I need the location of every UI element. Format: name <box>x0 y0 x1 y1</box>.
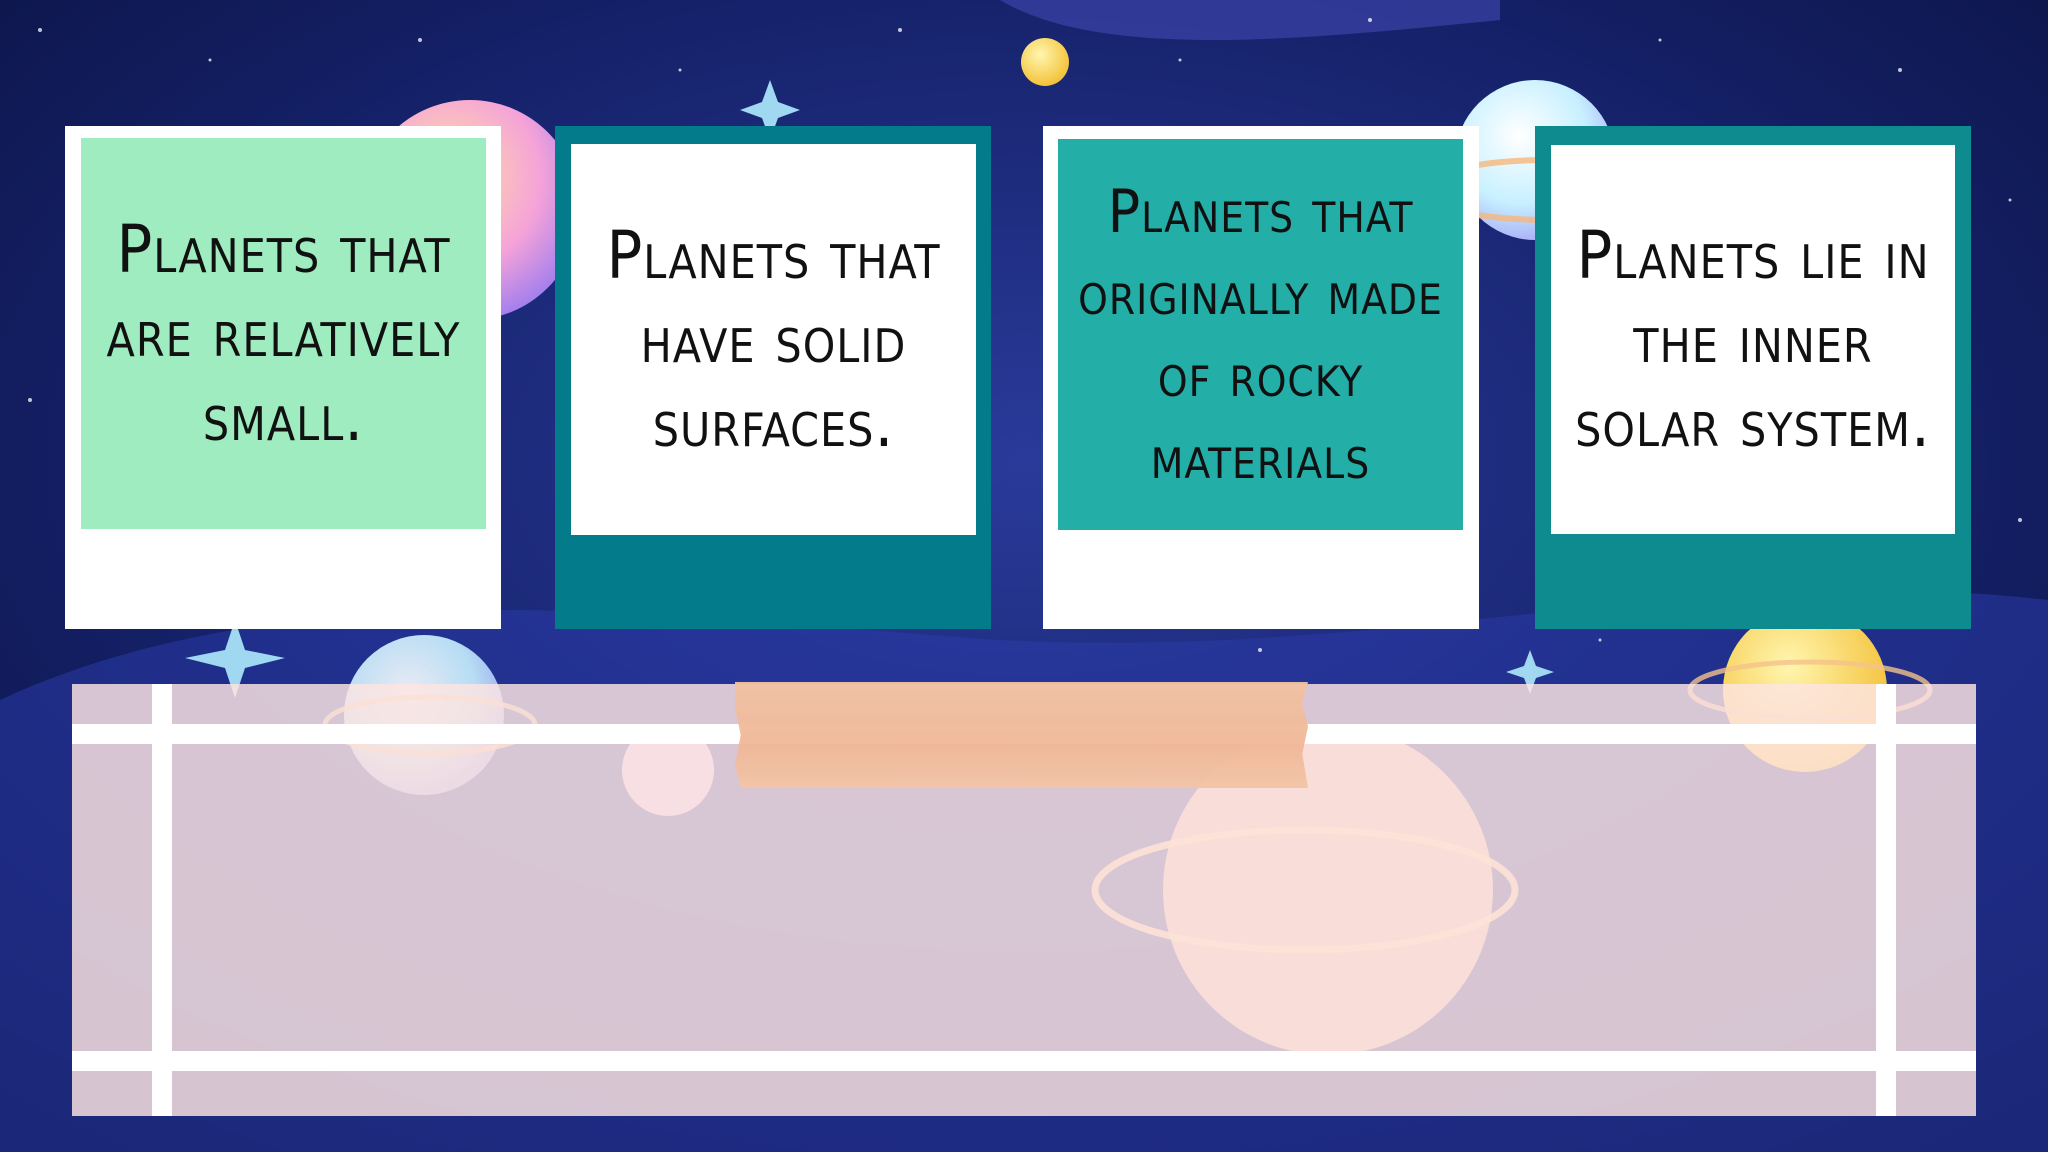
fact-card-2-text: Planets that have solid surfaces. <box>606 216 941 462</box>
board-grid-line-right <box>1876 684 1896 1116</box>
fact-card-3-text: Planets that originally made of rocky ma… <box>1078 176 1443 493</box>
fact-card-4-panel: Planets lie in the inner solar system. <box>1551 145 1955 534</box>
fact-card-1-panel: Planets that are relatively small. <box>81 138 486 529</box>
masking-tape <box>735 682 1308 788</box>
fact-card-1[interactable]: Planets that are relatively small. <box>65 126 501 629</box>
fact-card-2-panel: Planets that have solid surfaces. <box>571 144 976 535</box>
board-grid-line-bottom <box>72 1051 1976 1071</box>
fact-card-3-panel: Planets that originally made of rocky ma… <box>1058 139 1463 530</box>
fact-card-4[interactable]: Planets lie in the inner solar system. <box>1535 126 1971 629</box>
fact-card-1-text: Planets that are relatively small. <box>106 210 461 456</box>
fact-card-4-text: Planets lie in the inner solar system. <box>1575 216 1931 462</box>
board-grid-line-left <box>152 684 172 1116</box>
fact-card-3[interactable]: Planets that originally made of rocky ma… <box>1043 126 1479 629</box>
fact-card-2[interactable]: Planets that have solid surfaces. <box>555 126 991 629</box>
